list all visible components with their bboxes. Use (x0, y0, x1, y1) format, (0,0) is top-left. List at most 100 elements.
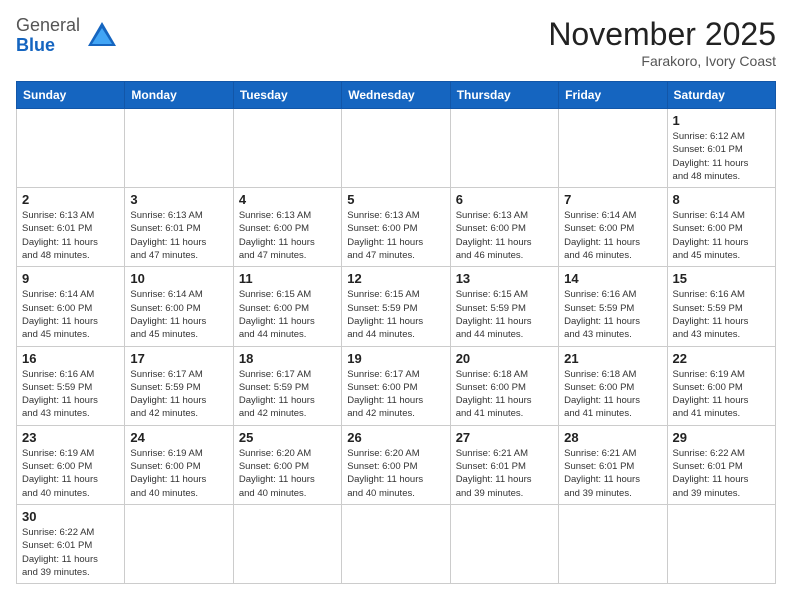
day-number: 4 (239, 192, 336, 207)
title-block: November 2025 Farakoro, Ivory Coast (548, 16, 776, 69)
day-number: 26 (347, 430, 444, 445)
logo: General Blue (16, 16, 120, 56)
day-info: Sunrise: 6:15 AM Sunset: 6:00 PM Dayligh… (239, 288, 336, 341)
day-cell (559, 109, 667, 188)
day-cell: 30 Sunrise: 6:22 AM Sunset: 6:01 PM Dayli… (17, 504, 125, 583)
day-info: Sunrise: 6:13 AM Sunset: 6:00 PM Dayligh… (456, 209, 553, 262)
day-info: Sunrise: 6:14 AM Sunset: 6:00 PM Dayligh… (673, 209, 770, 262)
day-number: 18 (239, 351, 336, 366)
day-number: 30 (22, 509, 119, 524)
day-cell: 8 Sunrise: 6:14 AM Sunset: 6:00 PM Daylig… (667, 188, 775, 267)
day-cell: 14 Sunrise: 6:16 AM Sunset: 5:59 PM Dayli… (559, 267, 667, 346)
week-row-0: 1Sunrise: 6:12 AM Sunset: 6:01 PM Daylig… (17, 109, 776, 188)
day-cell (342, 504, 450, 583)
day-cell: 27 Sunrise: 6:21 AM Sunset: 6:01 PM Dayli… (450, 425, 558, 504)
col-header-monday: Monday (125, 82, 233, 109)
week-row-3: 16Sunrise: 6:16 AM Sunset: 5:59 PM Dayli… (17, 346, 776, 425)
day-cell: 13 Sunrise: 6:15 AM Sunset: 5:59 PM Dayli… (450, 267, 558, 346)
day-cell: 6Sunrise: 6:13 AM Sunset: 6:00 PM Daylig… (450, 188, 558, 267)
day-cell: 19 Sunrise: 6:17 AM Sunset: 6:00 PM Dayli… (342, 346, 450, 425)
day-cell: 11 Sunrise: 6:15 AM Sunset: 6:00 PM Dayli… (233, 267, 341, 346)
day-cell (667, 504, 775, 583)
day-number: 19 (347, 351, 444, 366)
day-number: 24 (130, 430, 227, 445)
month-title: November 2025 (548, 16, 776, 53)
week-row-2: 9Sunrise: 6:14 AM Sunset: 6:00 PM Daylig… (17, 267, 776, 346)
day-info: Sunrise: 6:17 AM Sunset: 6:00 PM Dayligh… (347, 368, 444, 421)
week-row-4: 23 Sunrise: 6:19 AM Sunset: 6:00 PM Dayli… (17, 425, 776, 504)
day-number: 5 (347, 192, 444, 207)
day-cell: 15Sunrise: 6:16 AM Sunset: 5:59 PM Dayli… (667, 267, 775, 346)
day-cell (559, 504, 667, 583)
day-info: Sunrise: 6:17 AM Sunset: 5:59 PM Dayligh… (130, 368, 227, 421)
day-cell: 5 Sunrise: 6:13 AM Sunset: 6:00 PM Daylig… (342, 188, 450, 267)
page-header: General Blue November 2025 Farakoro, Ivo… (16, 16, 776, 69)
day-cell: 20Sunrise: 6:18 AM Sunset: 6:00 PM Dayli… (450, 346, 558, 425)
day-info: Sunrise: 6:20 AM Sunset: 6:00 PM Dayligh… (239, 447, 336, 500)
day-cell: 1Sunrise: 6:12 AM Sunset: 6:01 PM Daylig… (667, 109, 775, 188)
day-number: 25 (239, 430, 336, 445)
day-cell: 2Sunrise: 6:13 AM Sunset: 6:01 PM Daylig… (17, 188, 125, 267)
day-cell: 25 Sunrise: 6:20 AM Sunset: 6:00 PM Dayli… (233, 425, 341, 504)
day-number: 3 (130, 192, 227, 207)
day-info: Sunrise: 6:22 AM Sunset: 6:01 PM Dayligh… (22, 526, 119, 579)
day-info: Sunrise: 6:14 AM Sunset: 6:00 PM Dayligh… (564, 209, 661, 262)
col-header-wednesday: Wednesday (342, 82, 450, 109)
day-number: 12 (347, 271, 444, 286)
col-header-friday: Friday (559, 82, 667, 109)
day-cell: 21Sunrise: 6:18 AM Sunset: 6:00 PM Dayli… (559, 346, 667, 425)
col-header-sunday: Sunday (17, 82, 125, 109)
col-header-tuesday: Tuesday (233, 82, 341, 109)
day-number: 8 (673, 192, 770, 207)
day-info: Sunrise: 6:18 AM Sunset: 6:00 PM Dayligh… (564, 368, 661, 421)
day-number: 28 (564, 430, 661, 445)
day-info: Sunrise: 6:13 AM Sunset: 6:00 PM Dayligh… (239, 209, 336, 262)
day-number: 22 (673, 351, 770, 366)
day-info: Sunrise: 6:17 AM Sunset: 5:59 PM Dayligh… (239, 368, 336, 421)
logo-blue: Blue (16, 35, 55, 55)
calendar-header-row: SundayMondayTuesdayWednesdayThursdayFrid… (17, 82, 776, 109)
day-number: 23 (22, 430, 119, 445)
day-cell (342, 109, 450, 188)
day-info: Sunrise: 6:13 AM Sunset: 6:00 PM Dayligh… (347, 209, 444, 262)
day-info: Sunrise: 6:19 AM Sunset: 6:00 PM Dayligh… (673, 368, 770, 421)
logo-text: General Blue (16, 16, 80, 56)
day-number: 7 (564, 192, 661, 207)
day-cell: 29 Sunrise: 6:22 AM Sunset: 6:01 PM Dayli… (667, 425, 775, 504)
day-number: 10 (130, 271, 227, 286)
day-info: Sunrise: 6:14 AM Sunset: 6:00 PM Dayligh… (22, 288, 119, 341)
day-info: Sunrise: 6:13 AM Sunset: 6:01 PM Dayligh… (130, 209, 227, 262)
day-number: 20 (456, 351, 553, 366)
day-cell (17, 109, 125, 188)
day-number: 14 (564, 271, 661, 286)
day-cell: 18 Sunrise: 6:17 AM Sunset: 5:59 PM Dayli… (233, 346, 341, 425)
day-cell: 10Sunrise: 6:14 AM Sunset: 6:00 PM Dayli… (125, 267, 233, 346)
col-header-thursday: Thursday (450, 82, 558, 109)
day-info: Sunrise: 6:21 AM Sunset: 6:01 PM Dayligh… (456, 447, 553, 500)
day-cell: 17Sunrise: 6:17 AM Sunset: 5:59 PM Dayli… (125, 346, 233, 425)
day-number: 29 (673, 430, 770, 445)
day-number: 2 (22, 192, 119, 207)
day-info: Sunrise: 6:15 AM Sunset: 5:59 PM Dayligh… (456, 288, 553, 341)
day-number: 11 (239, 271, 336, 286)
subtitle: Farakoro, Ivory Coast (548, 53, 776, 69)
week-row-1: 2 Sunrise: 6:13 AM Sunset: 6:01 PM Daylig… (17, 188, 776, 267)
day-cell (125, 504, 233, 583)
day-cell: 22 Sunrise: 6:19 AM Sunset: 6:00 PM Dayli… (667, 346, 775, 425)
day-cell: 12Sunrise: 6:15 AM Sunset: 5:59 PM Dayli… (342, 267, 450, 346)
day-cell (125, 109, 233, 188)
day-cell (233, 109, 341, 188)
week-row-5: 30 Sunrise: 6:22 AM Sunset: 6:01 PM Dayli… (17, 504, 776, 583)
day-info: Sunrise: 6:19 AM Sunset: 6:00 PM Dayligh… (22, 447, 119, 500)
logo-icon (84, 18, 120, 54)
day-cell: 16Sunrise: 6:16 AM Sunset: 5:59 PM Dayli… (17, 346, 125, 425)
calendar: SundayMondayTuesdayWednesdayThursdayFrid… (16, 81, 776, 584)
day-number: 27 (456, 430, 553, 445)
day-info: Sunrise: 6:16 AM Sunset: 5:59 PM Dayligh… (564, 288, 661, 341)
col-header-saturday: Saturday (667, 82, 775, 109)
logo-general: General (16, 15, 80, 35)
day-info: Sunrise: 6:22 AM Sunset: 6:01 PM Dayligh… (673, 447, 770, 500)
day-info: Sunrise: 6:19 AM Sunset: 6:00 PM Dayligh… (130, 447, 227, 500)
day-number: 13 (456, 271, 553, 286)
day-info: Sunrise: 6:20 AM Sunset: 6:00 PM Dayligh… (347, 447, 444, 500)
